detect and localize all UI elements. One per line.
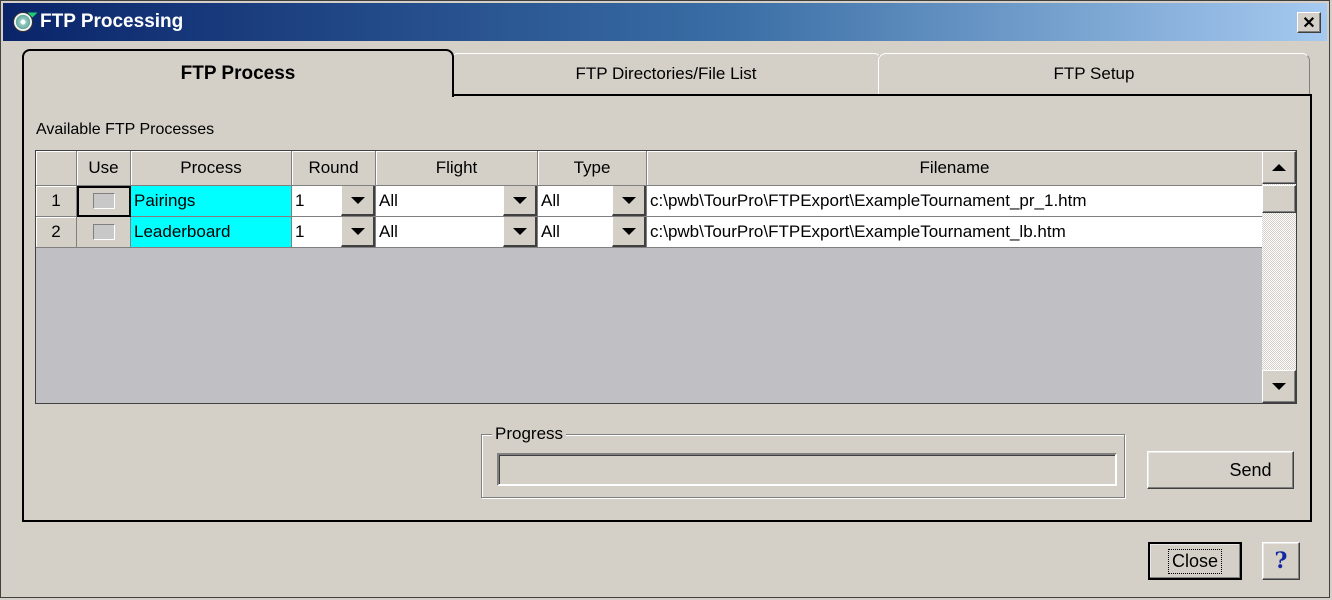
- flight-select[interactable]: All: [376, 217, 538, 248]
- process-cell[interactable]: Pairings: [131, 186, 292, 217]
- vertical-scrollbar[interactable]: [1262, 151, 1296, 403]
- close-button-label: Close: [1167, 548, 1223, 574]
- type-value: All: [541, 191, 560, 210]
- chevron-down-icon[interactable]: [612, 217, 646, 247]
- round-select[interactable]: 1: [292, 217, 376, 248]
- scroll-up-button[interactable]: [1262, 151, 1296, 184]
- column-header-type[interactable]: Type: [538, 151, 647, 186]
- chevron-down-icon[interactable]: [503, 217, 537, 247]
- chevron-down-icon[interactable]: [503, 186, 537, 216]
- flight-value: All: [379, 222, 398, 241]
- row-header-corner: [36, 151, 77, 186]
- row-number: 2: [36, 217, 77, 248]
- section-label: Available FTP Processes: [36, 121, 215, 138]
- flight-value: All: [379, 191, 398, 210]
- column-header-filename[interactable]: Filename: [647, 151, 1263, 186]
- ftp-process-grid: Use Process Round Flight Type Filename 1…: [35, 150, 1297, 404]
- tab-ftp-setup[interactable]: FTP Setup: [878, 53, 1310, 95]
- close-window-button[interactable]: ✕: [1297, 12, 1321, 33]
- type-select[interactable]: All: [538, 186, 647, 217]
- chevron-down-icon[interactable]: [341, 186, 375, 216]
- help-icon: ?: [1274, 548, 1288, 574]
- tab-label: FTP Setup: [1053, 64, 1135, 83]
- round-value: 1: [295, 191, 305, 210]
- use-checkbox-cell[interactable]: [77, 217, 131, 248]
- use-checkbox[interactable]: [92, 193, 115, 209]
- tab-label: FTP Directories/File List: [575, 64, 757, 83]
- row-number: 1: [36, 186, 77, 217]
- scroll-thumb[interactable]: [1262, 185, 1296, 213]
- chevron-down-icon[interactable]: [341, 217, 375, 247]
- close-button[interactable]: Close: [1148, 542, 1242, 580]
- use-checkbox[interactable]: [92, 224, 115, 240]
- type-select[interactable]: All: [538, 217, 647, 248]
- title-bar: FTP Processing ✕: [3, 3, 1327, 41]
- filename-cell[interactable]: c:\pwb\TourPro\FTPExport\ExampleTourname…: [647, 186, 1263, 217]
- progress-label: Progress: [492, 424, 567, 444]
- tab-label: FTP Process: [180, 63, 296, 84]
- type-value: All: [541, 222, 560, 241]
- scroll-down-button[interactable]: [1262, 370, 1296, 403]
- round-select[interactable]: 1: [292, 186, 376, 217]
- use-checkbox-cell[interactable]: [77, 186, 131, 217]
- chevron-down-icon[interactable]: [612, 186, 646, 216]
- progress-bar: [497, 453, 1117, 486]
- filename-cell[interactable]: c:\pwb\TourPro\FTPExport\ExampleTourname…: [647, 217, 1263, 248]
- column-header-process[interactable]: Process: [131, 151, 292, 186]
- round-value: 1: [295, 222, 305, 241]
- cd-disc-icon: [10, 7, 38, 35]
- process-cell[interactable]: Leaderboard: [131, 217, 292, 248]
- tab-strip: FTP Directories/File List FTP Setup FTP …: [22, 49, 1312, 97]
- arrow-up-icon: [1272, 164, 1286, 171]
- help-button[interactable]: ?: [1262, 542, 1300, 580]
- flight-select[interactable]: All: [376, 186, 538, 217]
- close-icon: ✕: [1302, 14, 1316, 32]
- column-header-use[interactable]: Use: [77, 151, 131, 186]
- send-button[interactable]: Send: [1147, 451, 1294, 489]
- arrow-down-icon: [1272, 383, 1286, 390]
- tab-ftp-directories[interactable]: FTP Directories/File List: [450, 53, 882, 95]
- tab-ftp-process[interactable]: FTP Process: [22, 49, 454, 97]
- column-header-round[interactable]: Round: [292, 151, 376, 186]
- window-title: FTP Processing: [40, 11, 184, 32]
- column-header-flight[interactable]: Flight: [376, 151, 538, 186]
